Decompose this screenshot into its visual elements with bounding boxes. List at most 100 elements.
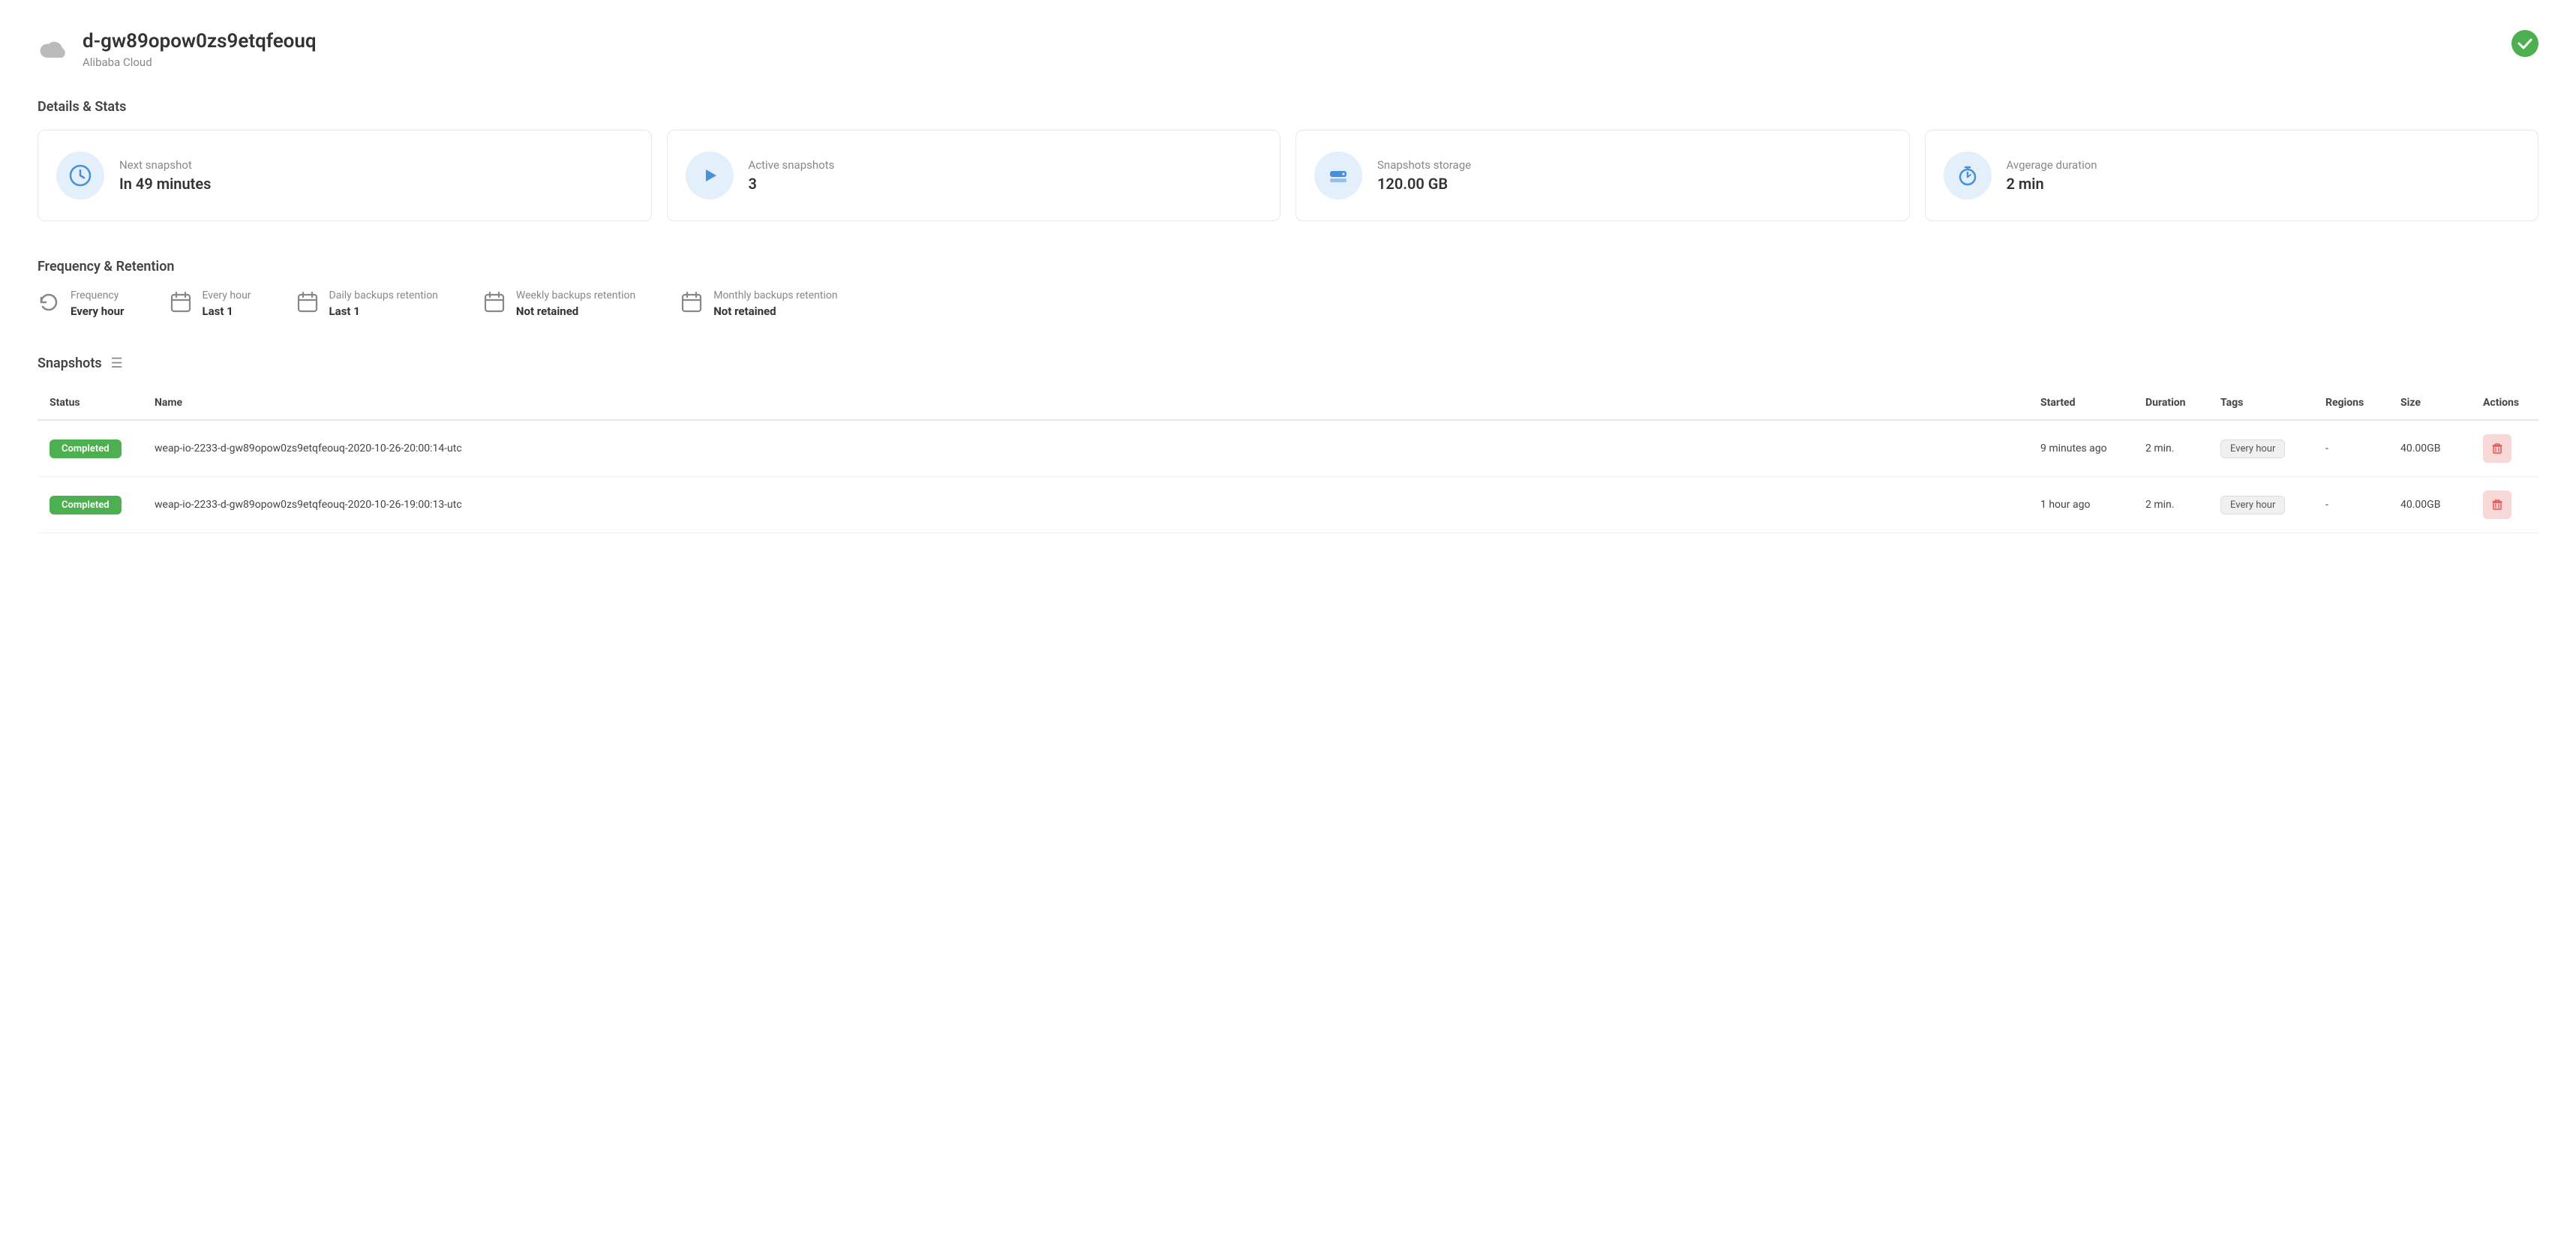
stat-info-avg-duration: Avgerage duration 2 min	[2007, 158, 2097, 193]
stat-info-next-snapshot: Next snapshot In 49 minutes	[119, 158, 211, 193]
clock-icon	[69, 164, 92, 187]
stat-value-next-snapshot: In 49 minutes	[119, 175, 211, 193]
trash-icon	[2491, 442, 2503, 454]
frequency-retention-section: Frequency & Retention Frequency Every ho…	[38, 259, 2538, 318]
col-header-duration: Duration	[2133, 386, 2208, 420]
cell-size-0: 40.00GB	[2388, 420, 2471, 477]
delete-button-1[interactable]	[2483, 490, 2511, 519]
stat-label-next-snapshot: Next snapshot	[119, 158, 211, 172]
freq-item-monthly: Monthly backups retention Not retained	[680, 290, 837, 318]
col-header-regions: Regions	[2313, 386, 2388, 420]
status-badge-1: Completed	[50, 496, 122, 514]
stat-card-next-snapshot: Next snapshot In 49 minutes	[38, 130, 652, 221]
freq-info-weekly: Weekly backups retention Not retained	[516, 290, 635, 318]
freq-value-daily: Last 1	[329, 304, 438, 318]
freq-item-hourly: Every hour Last 1	[170, 290, 251, 318]
snapshots-table: Status Name Started Duration Tags Region…	[38, 386, 2538, 533]
delete-button-0[interactable]	[2483, 434, 2511, 463]
freq-value-monthly: Not retained	[713, 304, 837, 318]
col-header-started: Started	[2028, 386, 2133, 420]
stat-card-storage: Snapshots storage 120.00 GB	[1296, 130, 1910, 221]
stat-label-avg-duration: Avgerage duration	[2007, 158, 2097, 172]
freq-section-title: Frequency & Retention	[38, 259, 2538, 274]
stat-info-storage: Snapshots storage 120.00 GB	[1377, 158, 1471, 193]
stat-value-active-snapshots: 3	[749, 175, 835, 193]
cell-tags-1: Every hour	[2208, 477, 2313, 533]
snapshots-title: Snapshots	[38, 356, 102, 371]
col-header-tags: Tags	[2208, 386, 2313, 420]
page-subtitle: Alibaba Cloud	[83, 56, 317, 69]
calendar-icon-hourly	[170, 291, 192, 314]
col-header-size: Size	[2388, 386, 2471, 420]
freq-value-frequency: Every hour	[71, 304, 125, 318]
freq-item-daily: Daily backups retention Last 1	[296, 290, 438, 318]
next-snapshot-icon-circle	[56, 152, 104, 200]
cell-status-1: Completed	[38, 477, 143, 533]
active-snapshots-icon-circle	[686, 152, 734, 200]
cell-regions-1: -	[2313, 477, 2388, 533]
stat-label-storage: Snapshots storage	[1377, 158, 1471, 172]
play-icon	[698, 164, 721, 187]
header-info: d-gw89opow0zs9etqfeouq Alibaba Cloud	[83, 30, 317, 69]
details-stats-title: Details & Stats	[38, 99, 2538, 115]
freq-info-monthly: Monthly backups retention Not retained	[713, 290, 837, 318]
cloud-icon	[38, 32, 71, 64]
stat-card-avg-duration: Avgerage duration 2 min	[1925, 130, 2539, 221]
cell-started-1: 1 hour ago	[2028, 477, 2133, 533]
col-header-name: Name	[143, 386, 2028, 420]
stats-grid: Next snapshot In 49 minutes Active snaps…	[38, 130, 2538, 221]
cell-regions-0: -	[2313, 420, 2388, 477]
table-row: Completed weap-io-2233-d-gw89opow0zs9etq…	[38, 477, 2538, 533]
cell-duration-0: 2 min.	[2133, 420, 2208, 477]
freq-label-daily: Daily backups retention	[329, 290, 438, 302]
freq-grid: Frequency Every hour Every hour Last 1	[38, 290, 2538, 318]
stat-label-active-snapshots: Active snapshots	[749, 158, 835, 172]
cell-actions-0	[2471, 420, 2538, 477]
freq-info-frequency: Frequency Every hour	[71, 290, 125, 318]
freq-label-hourly: Every hour	[203, 290, 251, 302]
calendar-icon-weekly	[483, 291, 506, 314]
stat-value-storage: 120.00 GB	[1377, 175, 1471, 193]
stopwatch-icon	[1956, 164, 1979, 187]
page-header: d-gw89opow0zs9etqfeouq Alibaba Cloud	[38, 30, 2538, 69]
freq-value-hourly: Last 1	[203, 304, 251, 318]
stat-card-active-snapshots: Active snapshots 3	[667, 130, 1281, 221]
snapshots-header: Snapshots ☰	[38, 356, 2538, 371]
trash-icon	[2491, 499, 2503, 511]
table-header-row: Status Name Started Duration Tags Region…	[38, 386, 2538, 420]
page-title: d-gw89opow0zs9etqfeouq	[83, 30, 317, 52]
history-icon	[38, 291, 60, 314]
stat-info-active-snapshots: Active snapshots 3	[749, 158, 835, 193]
freq-label-monthly: Monthly backups retention	[713, 290, 837, 302]
status-check-icon	[2511, 30, 2538, 57]
cell-tags-0: Every hour	[2208, 420, 2313, 477]
stat-value-avg-duration: 2 min	[2007, 175, 2097, 193]
tag-badge-0: Every hour	[2220, 440, 2285, 458]
freq-value-weekly: Not retained	[516, 304, 635, 318]
cell-actions-1	[2471, 477, 2538, 533]
cell-size-1: 40.00GB	[2388, 477, 2471, 533]
freq-info-hourly: Every hour Last 1	[203, 290, 251, 318]
status-badge-0: Completed	[50, 440, 122, 458]
snapshots-section: Snapshots ☰ Status Name Started Duration…	[38, 356, 2538, 533]
freq-label-weekly: Weekly backups retention	[516, 290, 635, 302]
col-header-actions: Actions	[2471, 386, 2538, 420]
header-left: d-gw89opow0zs9etqfeouq Alibaba Cloud	[38, 30, 317, 69]
freq-label-frequency: Frequency	[71, 290, 125, 302]
cell-duration-1: 2 min.	[2133, 477, 2208, 533]
cell-name-1: weap-io-2233-d-gw89opow0zs9etqfeouq-2020…	[143, 477, 2028, 533]
cell-status-0: Completed	[38, 420, 143, 477]
menu-icon[interactable]: ☰	[111, 356, 123, 371]
storage-icon-circle	[1314, 152, 1362, 200]
col-header-status: Status	[38, 386, 143, 420]
storage-icon	[1327, 164, 1350, 187]
freq-item-weekly: Weekly backups retention Not retained	[483, 290, 635, 318]
avg-duration-icon-circle	[1944, 152, 1992, 200]
cell-started-0: 9 minutes ago	[2028, 420, 2133, 477]
calendar-icon-daily	[296, 291, 319, 314]
calendar-icon-monthly	[680, 291, 703, 314]
table-row: Completed weap-io-2233-d-gw89opow0zs9etq…	[38, 420, 2538, 477]
cell-name-0: weap-io-2233-d-gw89opow0zs9etqfeouq-2020…	[143, 420, 2028, 477]
freq-item-frequency: Frequency Every hour	[38, 290, 125, 318]
freq-info-daily: Daily backups retention Last 1	[329, 290, 438, 318]
